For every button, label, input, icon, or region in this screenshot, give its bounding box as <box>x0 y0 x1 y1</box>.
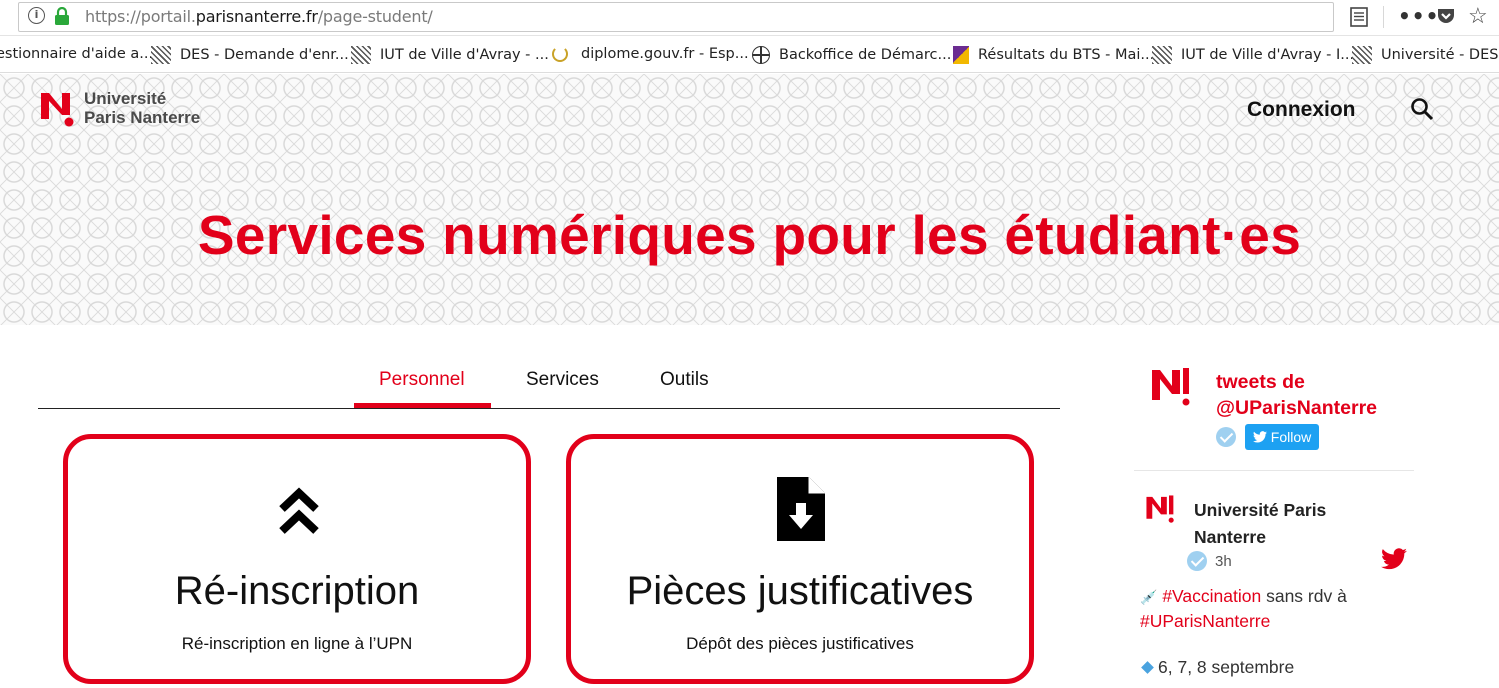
bookmark-label: IUT de Ville d'Avray - ... <box>380 47 549 63</box>
hashtag-link[interactable]: #UParisNanterre <box>1140 611 1270 631</box>
verified-badge-icon <box>1216 427 1236 447</box>
twitter-heading-line1: tweets de <box>1216 371 1305 393</box>
bookmark-label: Université - DES - ... <box>1381 47 1499 63</box>
globe-icon <box>752 46 770 64</box>
bookmark-item[interactable]: Université - DES - ... <box>1352 46 1499 64</box>
logo-line2: Paris Nanterre <box>84 108 201 127</box>
tweet-author-line1: Université Paris <box>1194 500 1327 520</box>
laurel-favicon-icon <box>552 46 568 62</box>
tweet-timestamp[interactable]: 3h <box>1215 553 1232 570</box>
card-title: Ré-inscription <box>174 569 420 613</box>
hashtag-link[interactable]: #Vaccination <box>1162 586 1261 606</box>
tab-personnel[interactable]: Personnel <box>379 369 465 391</box>
card-reinscription[interactable]: Ré-inscription Ré-inscription en ligne à… <box>63 434 531 684</box>
bookmark-label: Résultats du BTS - Mai... <box>978 47 1155 63</box>
url-text[interactable]: https://portail.parisnanterre.fr/page-st… <box>85 7 433 26</box>
info-icon[interactable]: i <box>28 7 45 24</box>
bookmark-label: estionnaire d'aide a... <box>0 46 154 62</box>
hatched-favicon-icon <box>1152 46 1172 64</box>
bookmark-label: IUT de Ville d'Avray - I... <box>1181 47 1355 63</box>
twitter-handle[interactable]: @UParisNanterre <box>1216 395 1377 421</box>
university-avatar-icon[interactable] <box>1150 366 1194 410</box>
tweet-text: 💉 #Vaccination sans rdv à #UParisNanterr… <box>1140 584 1400 633</box>
hatched-favicon-icon <box>351 46 371 64</box>
bookmark-label: DES - Demande d'enr... <box>180 47 349 63</box>
reader-view-icon[interactable] <box>1350 7 1368 27</box>
twitter-divider <box>1134 470 1414 471</box>
tweet-text-line: 6, 7, 8 septembre <box>1141 657 1295 678</box>
card-description: Ré-inscription en ligne à l’UPN <box>181 634 413 653</box>
tweet-author[interactable]: Université Paris Nanterre <box>1194 497 1394 551</box>
syringe-icon: 💉 <box>1140 589 1158 605</box>
bookmark-item[interactable]: IUT de Ville d'Avray - I... <box>1152 46 1354 64</box>
more-actions-icon[interactable]: ••• <box>1398 4 1439 28</box>
toolbar-divider <box>1383 6 1384 28</box>
pocket-icon[interactable] <box>1436 6 1456 26</box>
card-description: Dépôt des pièces justificatives <box>686 634 914 653</box>
connexion-link[interactable]: Connexion <box>1247 98 1356 122</box>
bookmark-item[interactable]: Backoffice de Démarc... <box>752 46 951 64</box>
follow-label: Follow <box>1270 429 1312 445</box>
logo-mark-icon <box>41 93 74 127</box>
tab-bar: Personnel Services Outils <box>38 360 1060 409</box>
bookmark-star-icon[interactable]: ☆ <box>1468 3 1488 29</box>
follow-button[interactable]: Follow <box>1245 424 1319 450</box>
bookmark-item[interactable]: Résultats du BTS - Mai... <box>953 46 1154 64</box>
lock-icon[interactable] <box>54 7 70 26</box>
twitter-logo-icon[interactable] <box>1381 548 1407 570</box>
bookmark-item[interactable]: diplome.gouv.fr - Esp... <box>552 46 749 62</box>
bookmarks-bar: estionnaire d'aide a... DES - Demande d'… <box>0 37 1499 73</box>
logo-line1: Université <box>84 89 167 108</box>
verified-badge-icon <box>1187 551 1207 571</box>
diamond-bullet-icon <box>1141 661 1154 674</box>
tweet-dates: 6, 7, 8 septembre <box>1158 657 1295 677</box>
tab-services[interactable]: Services <box>526 369 599 391</box>
twitter-bird-icon <box>1252 431 1267 443</box>
bookmark-item[interactable]: IUT de Ville d'Avray - ... <box>351 46 549 64</box>
tweet-text-span: sans rdv à <box>1261 586 1347 606</box>
tweet-avatar-icon[interactable] <box>1145 494 1177 526</box>
card-pieces-justificatives[interactable]: Pièces justificatives Dépôt des pièces j… <box>566 434 1034 684</box>
purple-favicon-icon <box>953 46 969 64</box>
search-icon[interactable] <box>1410 97 1434 121</box>
card-title: Pièces justificatives <box>626 569 974 613</box>
active-tab-indicator <box>354 403 491 408</box>
bookmark-item[interactable]: DES - Demande d'enr... <box>151 46 349 64</box>
bookmark-item[interactable]: estionnaire d'aide a... <box>0 46 153 62</box>
double-chevron-up-icon <box>279 487 319 534</box>
file-download-icon <box>777 477 825 541</box>
tweet-author-line2: Nanterre <box>1194 527 1266 547</box>
bookmark-label: Backoffice de Démarc... <box>779 47 952 63</box>
hatched-favicon-icon <box>151 46 171 64</box>
university-logo[interactable]: Université Paris Nanterre <box>40 89 200 127</box>
page-title: Services numériques pour les étudiant·es <box>197 204 1302 266</box>
twitter-heading[interactable]: tweets de @UParisNanterre <box>1216 369 1377 421</box>
hatched-favicon-icon <box>1352 46 1372 64</box>
tab-outils[interactable]: Outils <box>660 369 709 391</box>
browser-toolbar: i https://portail.parisnanterre.fr/page-… <box>0 0 1499 36</box>
bookmark-label: diplome.gouv.fr - Esp... <box>581 46 749 62</box>
logo-text: Université Paris Nanterre <box>84 89 200 127</box>
